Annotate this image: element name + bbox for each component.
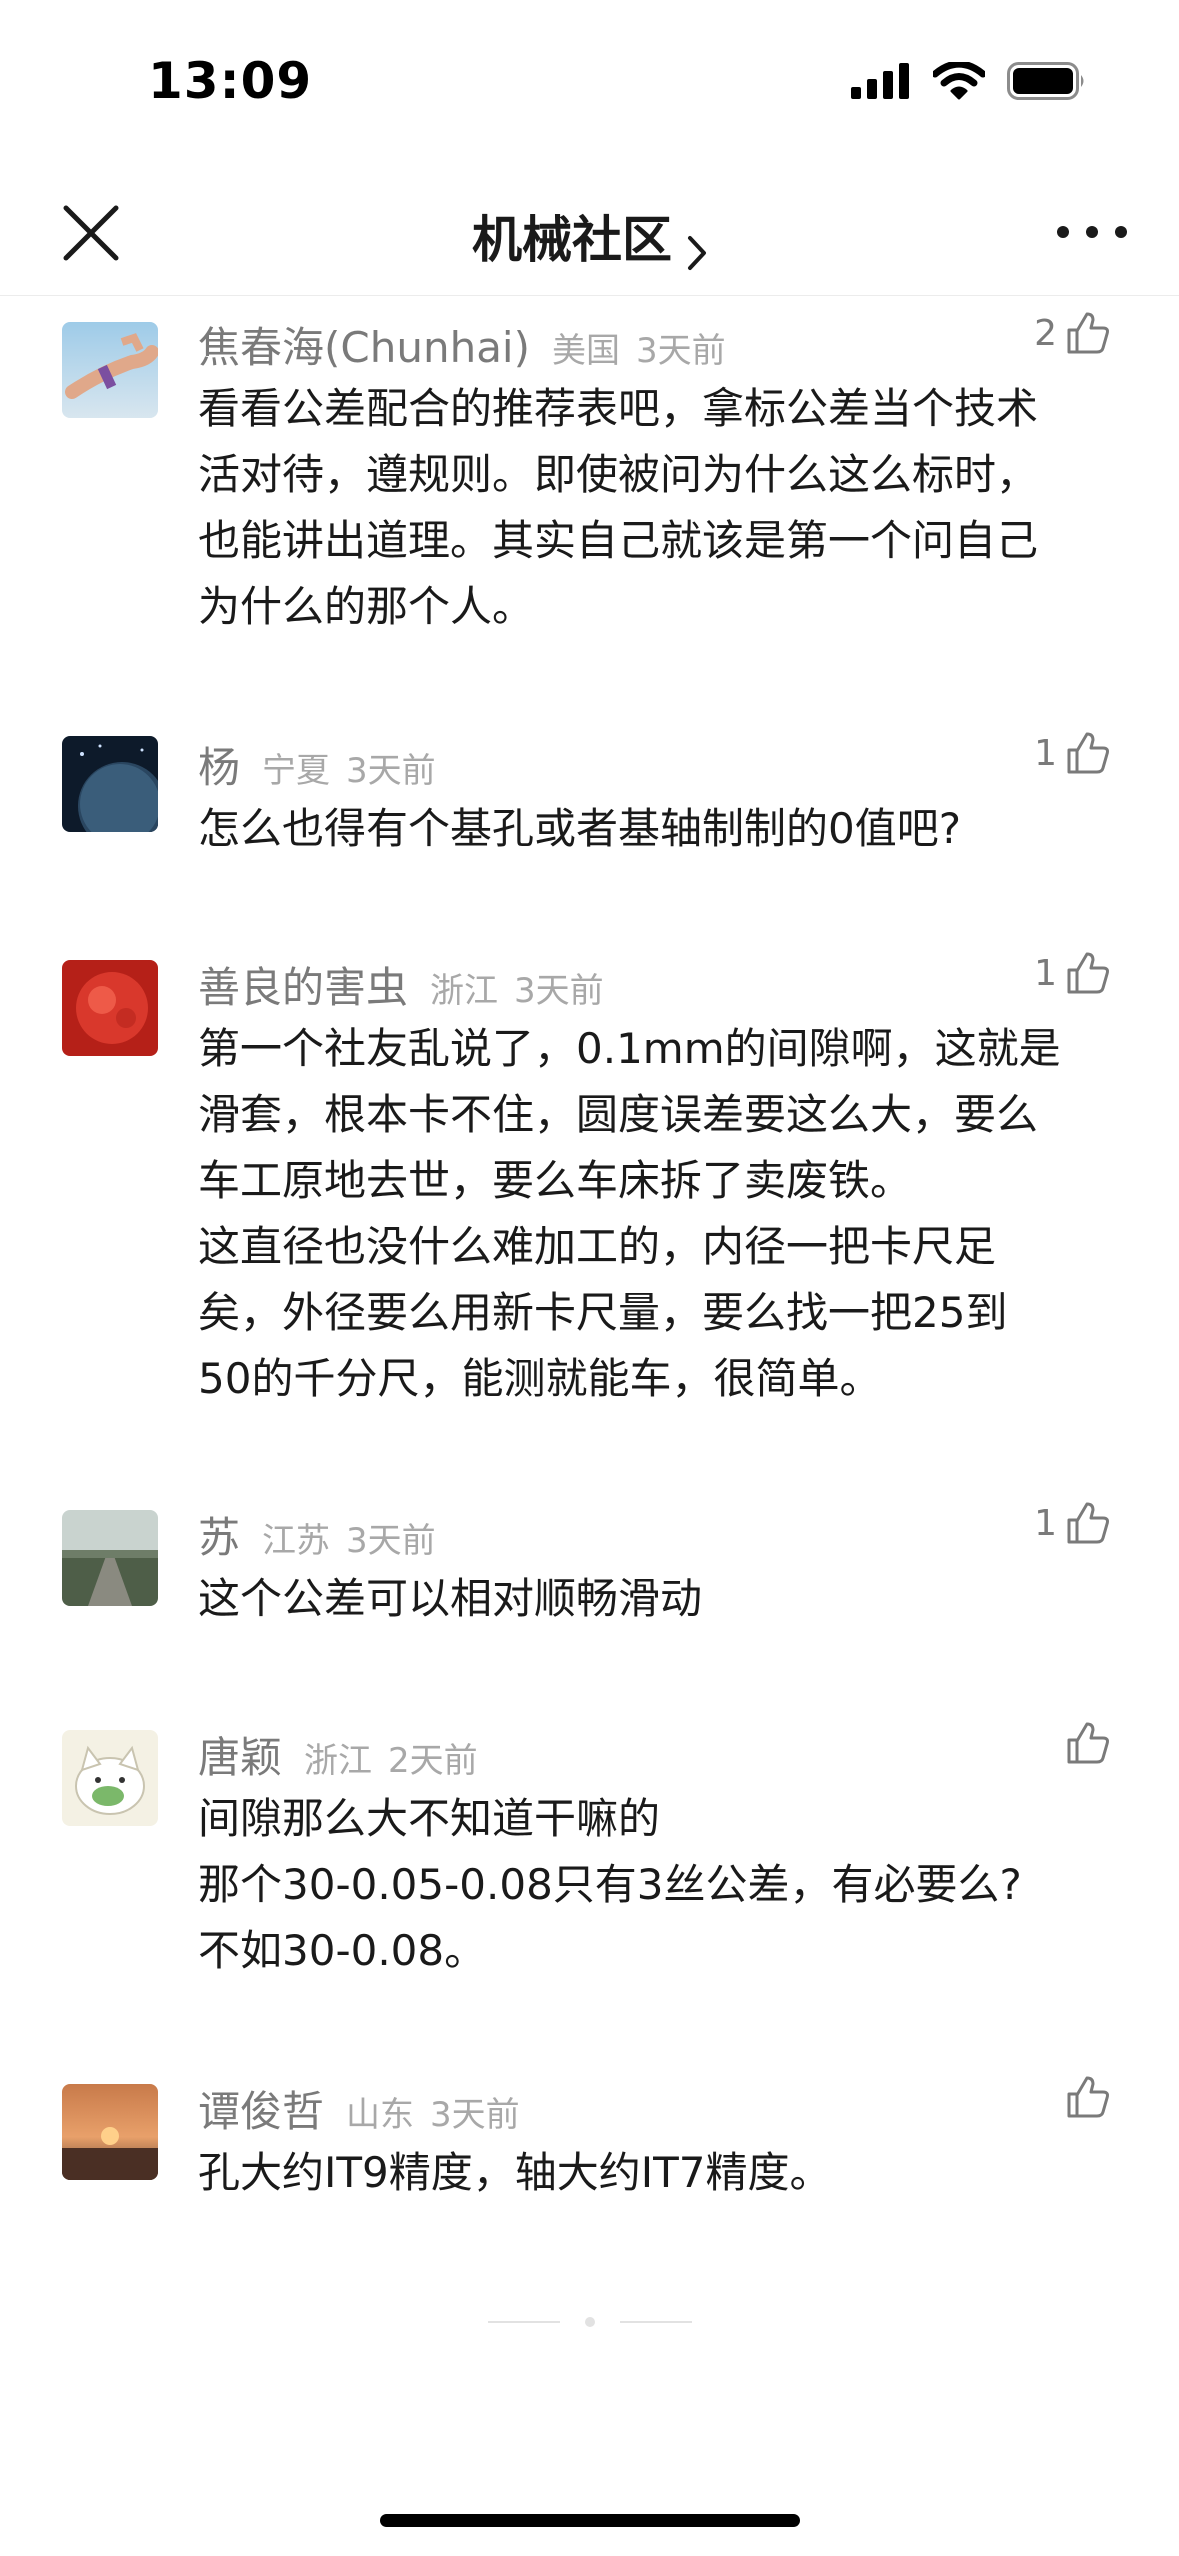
comment-text: 看看公差配合的推荐表吧，拿标公差当个技术 活对待，遵规则。即使被问为什么这么标时… <box>198 376 1128 640</box>
comment-header: 善良的害虫 浙江 3天前 <box>198 954 604 1012</box>
thumbs-up-icon <box>1067 1722 1109 1764</box>
list-end-indicator <box>488 2317 692 2327</box>
comment-line: 滑套，根本卡不住，圆度误差要这么大，要么 <box>198 1090 1039 1139</box>
commenter-name[interactable]: 唐颖 <box>198 1724 282 1785</box>
comment-item: 苏 江苏 3天前 1 这个公差可以相对顺畅滑动 <box>0 1486 1179 1626</box>
commenter-location: 江苏 <box>262 1521 331 1561</box>
comment-line: 孔大约IT9精度，轴大约IT7精度。 <box>198 2148 832 2197</box>
like-button[interactable]: 2 <box>1034 310 1111 356</box>
comment-line: 50的千分尺，能测就能车，很简单。 <box>198 1354 882 1403</box>
comment-text: 孔大约IT9精度，轴大约IT7精度。 <box>198 2140 1128 2206</box>
commenter-name[interactable]: 苏 <box>198 1504 240 1565</box>
status-bar: 13:09 <box>0 0 1179 170</box>
page-title: 机械社区 <box>471 211 672 269</box>
comment-item: 谭俊哲 山东 3天前 孔大约IT9精度，轴大约IT7精度。 <box>0 2060 1179 2200</box>
comment-time: 3天前 <box>346 1521 436 1561</box>
comment-line: 这个公差可以相对顺畅滑动 <box>198 1574 703 1623</box>
comment-text: 第一个社友乱说了，0.1mm的间隙啊，这就是 滑套，根本卡不住，圆度误差要这么大… <box>198 1016 1128 1412</box>
cellular-signal-icon <box>851 63 909 99</box>
avatar[interactable] <box>62 736 158 832</box>
comment-line: 活对待，遵规则。即使被问为什么这么标时， <box>198 450 1039 499</box>
comment-time: 3天前 <box>514 971 604 1011</box>
wifi-icon <box>933 62 985 100</box>
thumbs-up-icon <box>1067 1502 1109 1544</box>
comment-time: 3天前 <box>635 331 726 371</box>
like-button[interactable]: 1 <box>1034 950 1111 996</box>
comment-line: 也能讲出道理。其实自己就该是第一个问自己 <box>198 516 1039 565</box>
like-button[interactable]: 1 <box>1034 1500 1111 1546</box>
title-link[interactable]: 机械社区 <box>0 200 1179 272</box>
battery-icon <box>1007 62 1084 100</box>
comment-time: 3天前 <box>430 2095 520 2135</box>
comment-header: 唐颖 浙江 2天前 <box>198 1724 478 1782</box>
commenter-name[interactable]: 杨 <box>198 734 240 795</box>
status-time: 13:09 <box>148 52 313 110</box>
comment-item: 杨 宁夏 3天前 1 怎么也得有个基孔或者基轴制制的0值吧? <box>0 716 1179 856</box>
comment-line: 不如30-0.08。 <box>198 1926 487 1975</box>
comment-header: 杨 宁夏 3天前 <box>198 734 436 792</box>
avatar[interactable] <box>62 960 158 1056</box>
chevron-right-icon <box>688 235 707 270</box>
comment-line: 车工原地去世，要么车床拆了卖废铁。 <box>198 1156 913 1205</box>
avatar[interactable] <box>62 1730 158 1826</box>
commenter-location: 山东 <box>346 2095 415 2135</box>
like-button[interactable]: 1 <box>1034 730 1111 776</box>
comment-line: 那个30-0.05-0.08只有3丝公差，有必要么? <box>198 1860 1022 1909</box>
comment-line: 间隙那么大不知道干嘛的 <box>198 1794 661 1843</box>
comment-line: 怎么也得有个基孔或者基轴制制的0值吧? <box>198 804 962 853</box>
comment-line: 看看公差配合的推荐表吧，拿标公差当个技术 <box>198 384 1039 433</box>
avatar[interactable] <box>62 322 158 418</box>
comment-item: 善良的害虫 浙江 3天前 1 第一个社友乱说了，0.1mm的间隙啊，这就是 滑套… <box>0 936 1179 1416</box>
thumbs-up-icon <box>1067 312 1109 354</box>
comment-line: 为什么的那个人。 <box>198 582 535 631</box>
commenter-name[interactable]: 焦春海(Chunhai) <box>198 314 530 375</box>
comment-time: 3天前 <box>346 751 436 791</box>
comment-item: 唐颖 浙江 2天前 间隙那么大不知道干嘛的 那个30-0.05-0.08只有3丝… <box>0 1706 1179 1986</box>
like-button[interactable] <box>1057 2074 1111 2120</box>
comment-time: 2天前 <box>388 1741 478 1781</box>
like-count: 1 <box>1034 732 1057 774</box>
thumbs-up-icon <box>1067 952 1109 994</box>
comment-header: 谭俊哲 山东 3天前 <box>198 2078 520 2136</box>
like-button[interactable] <box>1057 1720 1111 1766</box>
comment-line: 矣，外径要么用新卡尺量，要么找一把25到 <box>198 1288 1008 1337</box>
thumbs-up-icon <box>1067 732 1109 774</box>
like-count: 1 <box>1034 1502 1057 1544</box>
avatar[interactable] <box>62 1510 158 1606</box>
like-count: 2 <box>1034 312 1057 354</box>
nav-header: 机械社区 <box>0 170 1179 296</box>
commenter-location: 浙江 <box>304 1741 373 1781</box>
comment-line: 这直径也没什么难加工的，内径一把卡尺足 <box>198 1222 997 1271</box>
comment-item: 焦春海(Chunhai) 美国 3天前 2 看看公差配合的推荐表吧，拿标公差当个… <box>0 296 1179 636</box>
like-count: 1 <box>1034 952 1057 994</box>
home-indicator[interactable] <box>380 2514 800 2527</box>
commenter-location: 宁夏 <box>262 751 331 791</box>
avatar[interactable] <box>62 2084 158 2180</box>
more-options-icon[interactable] <box>1057 212 1127 252</box>
comment-text: 这个公差可以相对顺畅滑动 <box>198 1566 1128 1632</box>
comment-line: 第一个社友乱说了，0.1mm的间隙啊，这就是 <box>198 1024 1061 1073</box>
commenter-name[interactable]: 谭俊哲 <box>198 2078 324 2139</box>
commenter-location: 美国 <box>551 331 620 371</box>
comment-text: 怎么也得有个基孔或者基轴制制的0值吧? <box>198 796 1128 862</box>
commenter-location: 浙江 <box>430 971 499 1011</box>
thumbs-up-icon <box>1067 2076 1109 2118</box>
status-icons <box>851 62 1087 100</box>
comment-header: 苏 江苏 3天前 <box>198 1504 436 1562</box>
comment-text: 间隙那么大不知道干嘛的 那个30-0.05-0.08只有3丝公差，有必要么? 不… <box>198 1786 1128 1984</box>
comment-header: 焦春海(Chunhai) 美国 3天前 <box>198 314 726 372</box>
commenter-name[interactable]: 善良的害虫 <box>198 954 408 1015</box>
